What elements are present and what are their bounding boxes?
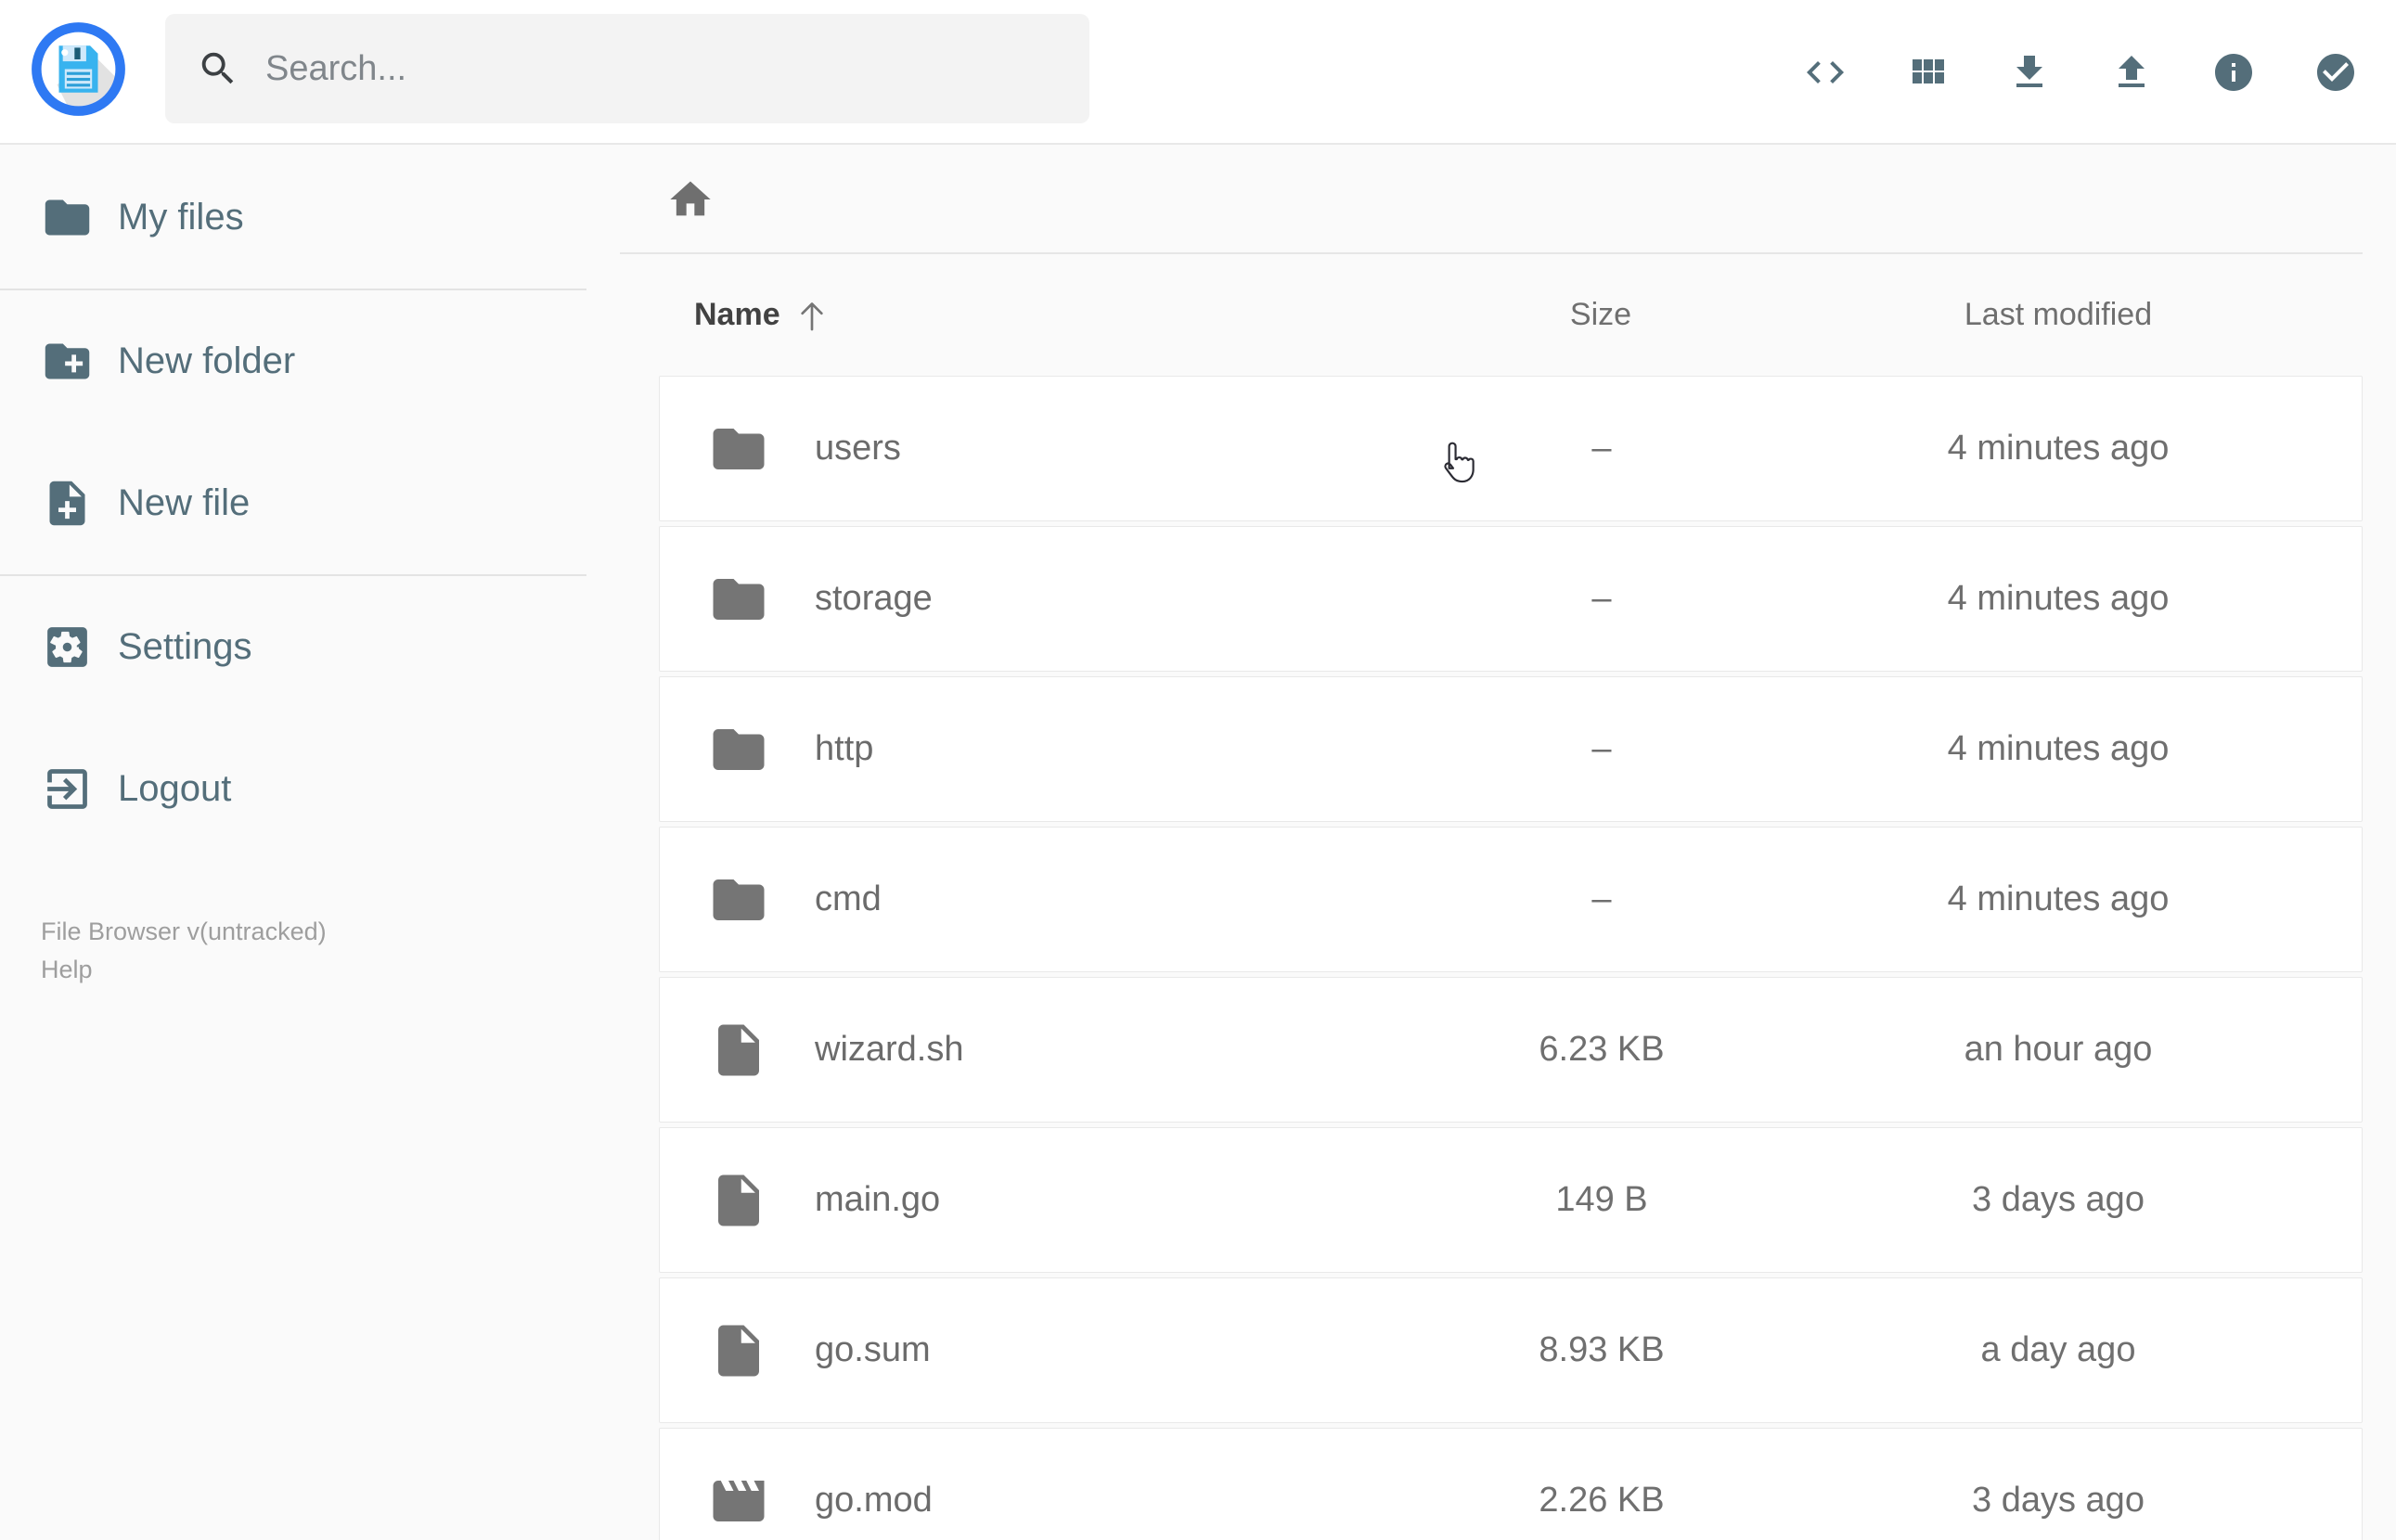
file-modified: 3 days ago [1972, 1481, 2145, 1520]
file-name: users [815, 429, 901, 468]
info-button[interactable] [2210, 49, 2257, 96]
sidebar: My files New folder New file Settings Lo… [0, 147, 586, 1540]
upload-button[interactable] [2108, 49, 2155, 96]
file-icon [718, 1024, 759, 1075]
search-icon [201, 52, 234, 84]
file-size: 149 B [1555, 1180, 1648, 1219]
header-actions [1802, 0, 2359, 145]
file-modified: 4 minutes ago [1947, 579, 2170, 618]
file-name-cell: cmd [660, 869, 1449, 930]
folder-icon [713, 578, 765, 620]
file-modified: 3 days ago [1972, 1180, 2145, 1219]
home-icon [670, 181, 711, 216]
file-name-cell: http [660, 719, 1449, 780]
info-icon [2215, 54, 2252, 91]
file-name: cmd [815, 879, 882, 918]
file-modified: a day ago [1980, 1330, 2136, 1369]
help-link[interactable]: Help [41, 951, 93, 989]
download-button[interactable] [2006, 49, 2053, 96]
file-name-cell: wizard.sh [660, 1020, 1449, 1081]
file-icon [718, 1325, 759, 1376]
file-name: storage [815, 579, 933, 618]
file-size: 6.23 KB [1539, 1030, 1665, 1069]
file-name-cell: main.go [660, 1170, 1449, 1231]
file-row[interactable]: users – 4 minutes ago [659, 376, 2363, 521]
movie-icon [713, 1480, 765, 1521]
new-file-icon [49, 481, 85, 526]
check-circle-icon [2317, 54, 2354, 91]
file-size: – [1591, 879, 1612, 918]
breadcrumb [659, 147, 2363, 252]
file-name: go.sum [815, 1330, 931, 1369]
folder-icon [713, 879, 765, 920]
sort-by-name[interactable]: Name [659, 297, 1448, 334]
download-icon [2016, 56, 2042, 87]
file-row[interactable]: cmd – 4 minutes ago [659, 827, 2363, 972]
file-size: – [1591, 579, 1612, 618]
sort-ascending-icon [800, 302, 823, 330]
new-folder-icon [45, 343, 90, 379]
file-name-cell: storage [660, 569, 1449, 630]
folder-icon [713, 728, 765, 770]
code-icon [1807, 61, 1844, 83]
file-name-cell: go.sum [660, 1320, 1449, 1381]
sidebar-item-new-folder[interactable]: New folder [0, 290, 586, 432]
sidebar-item-label: Settings [118, 626, 252, 667]
file-row[interactable]: wizard.sh 6.23 KB an hour ago [659, 977, 2363, 1123]
version-text: File Browser v(untracked) [41, 918, 327, 945]
file-row[interactable]: main.go 149 B 3 days ago [659, 1127, 2363, 1273]
file-name: wizard.sh [815, 1030, 964, 1069]
file-name: main.go [815, 1180, 941, 1219]
listing-header: Name Size Last modified [659, 254, 2363, 376]
column-size-label: Size [1569, 297, 1632, 332]
file-name-cell: users [660, 418, 1449, 480]
file-row[interactable]: storage – 4 minutes ago [659, 526, 2363, 672]
file-listing-area: Name Size Last modified users – 4 minute… [586, 147, 2396, 1540]
file-size: – [1591, 429, 1612, 468]
sidebar-item-label: New folder [118, 340, 296, 381]
search-bar[interactable] [165, 14, 1089, 123]
file-size: – [1591, 729, 1612, 768]
settings-icon [47, 627, 87, 667]
sidebar-footer: File Browser v(untracked) Help [41, 913, 327, 989]
home-button[interactable] [666, 175, 715, 224]
sidebar-item-my-files[interactable]: My files [0, 147, 586, 289]
sidebar-item-label: My files [118, 197, 244, 237]
file-modified: 4 minutes ago [1947, 729, 2170, 768]
grid-view-icon [1913, 59, 1944, 83]
file-name: go.mod [815, 1481, 933, 1520]
file-list: users – 4 minutes ago storage – 4 minute… [659, 376, 2363, 1540]
folder-icon [45, 199, 90, 236]
file-size: 8.93 KB [1539, 1330, 1665, 1369]
file-name-cell: go.mod [660, 1470, 1449, 1532]
top-bar [0, 0, 2396, 145]
file-modified: an hour ago [1964, 1030, 2153, 1069]
sidebar-item-new-file[interactable]: New file [0, 432, 586, 574]
sidebar-item-settings[interactable]: Settings [0, 576, 586, 718]
logout-icon [47, 769, 87, 809]
column-name-label: Name [694, 297, 780, 332]
select-multiple-button[interactable] [2312, 49, 2359, 96]
sort-by-size[interactable]: Size [1448, 297, 1754, 333]
column-modified-label: Last modified [1964, 297, 2153, 332]
file-row[interactable]: go.mod 2.26 KB 3 days ago [659, 1428, 2363, 1540]
file-row[interactable]: go.sum 8.93 KB a day ago [659, 1277, 2363, 1423]
file-name: http [815, 729, 874, 768]
sidebar-item-label: Logout [118, 768, 232, 809]
file-modified: 4 minutes ago [1947, 429, 2170, 468]
file-icon [718, 1174, 759, 1226]
sort-by-modified[interactable]: Last modified [1754, 297, 2363, 333]
shell-button[interactable] [1802, 49, 1849, 96]
sidebar-item-logout[interactable]: Logout [0, 718, 586, 860]
file-modified: 4 minutes ago [1947, 879, 2170, 918]
upload-icon [2119, 56, 2145, 87]
file-size: 2.26 KB [1539, 1481, 1665, 1520]
sidebar-item-label: New file [118, 482, 251, 523]
filebrowser-logo [30, 20, 127, 118]
folder-icon [713, 428, 765, 469]
file-row[interactable]: http – 4 minutes ago [659, 676, 2363, 822]
switch-view-button[interactable] [1904, 49, 1951, 96]
search-input[interactable] [265, 48, 1026, 89]
